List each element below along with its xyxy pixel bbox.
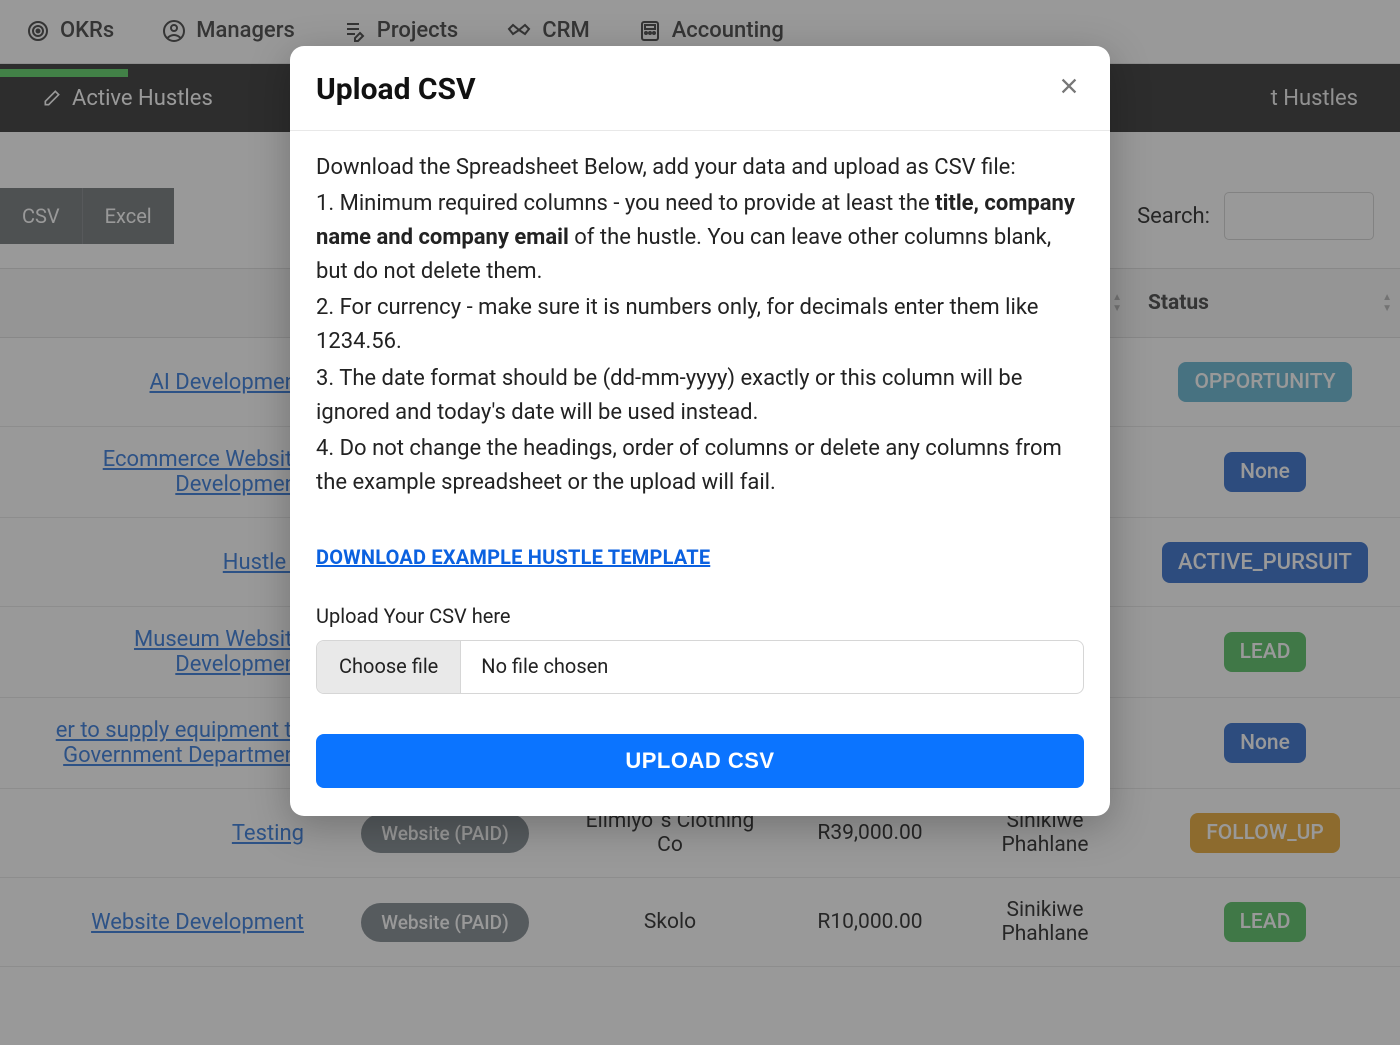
instruction-2: 2. For currency - make sure it is number… (316, 291, 1084, 359)
download-template-link[interactable]: DOWNLOAD EXAMPLE HUSTLE TEMPLATE (316, 542, 1084, 573)
instruction-1: 1. Minimum required columns - you need t… (316, 187, 1084, 289)
modal-header: Upload CSV (290, 46, 1110, 131)
file-input-row: Choose file No file chosen (316, 640, 1084, 694)
modal-title: Upload CSV (316, 72, 476, 107)
modal-overlay[interactable]: Upload CSV Download the Spreadsheet Belo… (0, 0, 1400, 1045)
instruction-4: 4. Do not change the headings, order of … (316, 432, 1084, 500)
instruction-3: 3. The date format should be (dd-mm-yyyy… (316, 362, 1084, 430)
close-icon[interactable] (1054, 70, 1084, 108)
instructions-intro: Download the Spreadsheet Below, add your… (316, 151, 1084, 185)
upload-csv-button[interactable]: UPLOAD CSV (316, 734, 1084, 788)
upload-label: Upload Your CSV here (316, 601, 1084, 632)
text: 1. Minimum required columns - you need t… (316, 191, 935, 216)
upload-csv-modal: Upload CSV Download the Spreadsheet Belo… (290, 46, 1110, 816)
file-chosen-text: No file chosen (461, 641, 1083, 693)
choose-file-button[interactable]: Choose file (317, 641, 461, 693)
modal-body: Download the Spreadsheet Below, add your… (290, 131, 1110, 698)
